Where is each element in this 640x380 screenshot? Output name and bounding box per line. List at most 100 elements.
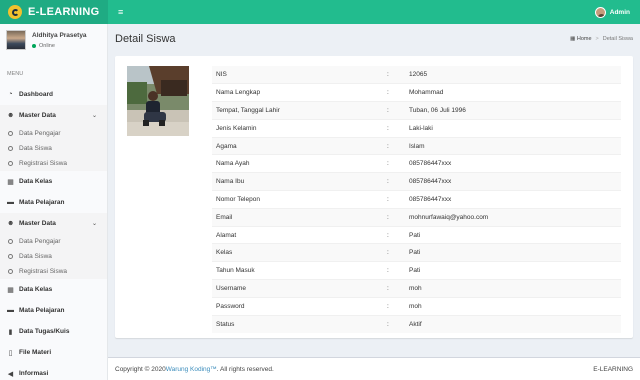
table-row: Kelas: Pati: [212, 243, 621, 262]
field-value: 085786447xxx: [405, 190, 621, 209]
circle-icon: [8, 269, 13, 274]
footer-brand: E-LEARNING: [593, 365, 633, 373]
breadcrumb-current: Detail Siswa: [602, 36, 633, 42]
field-value: mohnurfawaiq@yahoo.com: [405, 207, 621, 227]
sidebar-item-mata-pelajaran[interactable]: ▬ Mata Pelajaran: [0, 192, 107, 213]
sidebar-item-informasi[interactable]: ◀ Informasi: [0, 363, 107, 380]
field-colon: :: [383, 225, 405, 244]
footer-copyright: Copyright © 2020: [115, 365, 166, 373]
users-icon: ☻: [7, 112, 15, 119]
circle-icon: [8, 161, 13, 166]
table-row: Tempat, Tanggal Lahir: Tuban, 06 Juli 199…: [212, 101, 621, 120]
field-label: Tempat, Tanggal Lahir: [212, 101, 383, 120]
field-label: Jenis Kelamin: [212, 118, 383, 138]
sidebar-item-master-data-2[interactable]: ☻ Master Data ⌄: [0, 213, 107, 234]
field-label: Kelas: [212, 243, 383, 262]
sidebar-subitem-data-siswa[interactable]: Data Siswa: [0, 249, 107, 264]
submenu-master-data: Data Pengajar Data Siswa Registrasi Sisw…: [0, 126, 107, 171]
field-value: Mohammad: [405, 83, 621, 102]
table-row: Agama: Islam: [212, 136, 621, 155]
student-detail-table: NIS:12065 Nama Lengkap: Mohammad Tempat, Ta…: [212, 66, 621, 333]
field-colon: :: [383, 172, 405, 191]
logo-text: E-LEARNING: [28, 6, 100, 18]
sidebar-subitem-label: Data Pengajar: [19, 238, 61, 245]
sidebar-item-label: Data Tugas/Kuis: [19, 328, 70, 335]
sidebar-item-file-materi[interactable]: ▯ File Materi: [0, 342, 107, 363]
sidebar-item-data-tugas[interactable]: ▮ Data Tugas/Kuis: [0, 321, 107, 342]
sidebar-subitem-data-siswa[interactable]: Data Siswa: [0, 141, 107, 156]
sidebar-item-label: Mata Pelajaran: [19, 199, 65, 206]
field-value: Pati: [405, 225, 621, 244]
field-value: Laki-laki: [405, 118, 621, 138]
sidebar-item-dashboard[interactable]: ◔ Dashboard: [0, 84, 107, 105]
field-value: Tuban, 06 Juli 1996: [405, 101, 621, 120]
field-value: Pati: [405, 243, 621, 262]
page-title: Detail Siswa: [115, 33, 176, 45]
menu-header: MENU: [7, 71, 24, 77]
sidebar: Aldhitya Prasetya Online MENU ◔ Dashboar…: [0, 24, 108, 380]
users-icon: ☻: [7, 220, 15, 227]
grid-icon: ▦: [7, 178, 14, 186]
sidebar-item-label: File Materi: [19, 349, 52, 356]
user-avatar[interactable]: [594, 6, 606, 18]
sidebar-subitem-data-pengajar[interactable]: Data Pengajar: [0, 126, 107, 141]
table-row: Nomor Telepon:085786447xxx: [212, 190, 621, 209]
field-colon: :: [383, 314, 405, 333]
field-value: Pati: [405, 261, 621, 280]
grid-icon: ▦: [7, 286, 14, 294]
field-label: Tahun Masuk: [212, 261, 383, 280]
field-label: Nomor Telepon: [212, 190, 383, 209]
field-colon: :: [383, 296, 405, 316]
field-label: Email: [212, 207, 383, 227]
field-value: Islam: [405, 136, 621, 155]
dashboard-icon: ◔: [8, 91, 13, 98]
table-row: Status: Aktif: [212, 314, 621, 333]
field-label: Nama Ayah: [212, 154, 383, 173]
menu-toggle-icon[interactable]: ≡: [118, 7, 123, 17]
sidebar-subitem-label: Data Pengajar: [19, 130, 61, 137]
circle-icon: [8, 146, 13, 151]
table-row: Password: moh: [212, 296, 621, 316]
field-colon: :: [383, 261, 405, 280]
breadcrumb-home[interactable]: ▦ Home: [570, 36, 591, 42]
sidebar-item-label: Data Kelas: [19, 286, 53, 293]
table-row: NIS:12065: [212, 66, 621, 84]
field-value: 085786447xxx: [405, 172, 621, 191]
user-menu[interactable]: Admin: [610, 9, 630, 16]
user-panel: Aldhitya Prasetya Online: [0, 24, 107, 56]
folder-icon: ▬: [7, 307, 14, 314]
field-colon: :: [383, 136, 405, 155]
field-colon: :: [383, 207, 405, 227]
sidebar-item-data-kelas[interactable]: ▦ Data Kelas: [0, 171, 107, 192]
field-label: Nama Lengkap: [212, 83, 383, 102]
sidebar-subitem-label: Data Siswa: [19, 145, 52, 152]
sidebar-item-data-kelas-2[interactable]: ▦ Data Kelas: [0, 279, 107, 300]
sidebar-item-mata-pelajaran-2[interactable]: ▬ Mata Pelajaran: [0, 300, 107, 321]
field-colon: :: [383, 83, 405, 102]
footer-rights: . All rights reserved.: [216, 365, 274, 373]
sidebar-item-master-data[interactable]: ☻ Master Data ⌄: [0, 105, 107, 126]
field-label: Password: [212, 296, 383, 316]
field-value: 085786447xxx: [405, 154, 621, 173]
field-colon: :: [383, 154, 405, 173]
logo-bar[interactable]: E-LEARNING: [0, 0, 108, 24]
table-row: Nama Lengkap: Mohammad: [212, 83, 621, 102]
student-photo: [127, 66, 189, 136]
file-icon: ▯: [8, 349, 13, 357]
sidebar-subitem-data-pengajar[interactable]: Data Pengajar: [0, 234, 107, 249]
footer-link[interactable]: Warung Koding™: [166, 366, 217, 373]
top-navbar: ≡ Admin: [108, 0, 640, 24]
status-text: Online: [39, 42, 55, 49]
detail-box: NIS:12065 Nama Lengkap: Mohammad Tempat, Ta…: [115, 56, 633, 338]
sidebar-subitem-label: Registrasi Siswa: [19, 268, 68, 275]
field-label: NIS: [212, 66, 383, 84]
sidebar-subitem-registrasi-siswa[interactable]: Registrasi Siswa: [0, 264, 107, 279]
breadcrumb: ▦ Home > Detail Siswa: [570, 36, 633, 42]
field-colon: :: [383, 118, 405, 138]
table-row: Email: mohnurfawaiq@yahoo.com: [212, 207, 621, 227]
sidebar-subitem-registrasi-siswa[interactable]: Registrasi Siswa: [0, 156, 107, 171]
sidebar-item-label: Informasi: [19, 370, 49, 377]
field-label: Agama: [212, 136, 383, 155]
footer: Copyright © 2020 Warung Koding™ . All ri…: [108, 357, 640, 380]
logo-icon: [8, 5, 22, 19]
